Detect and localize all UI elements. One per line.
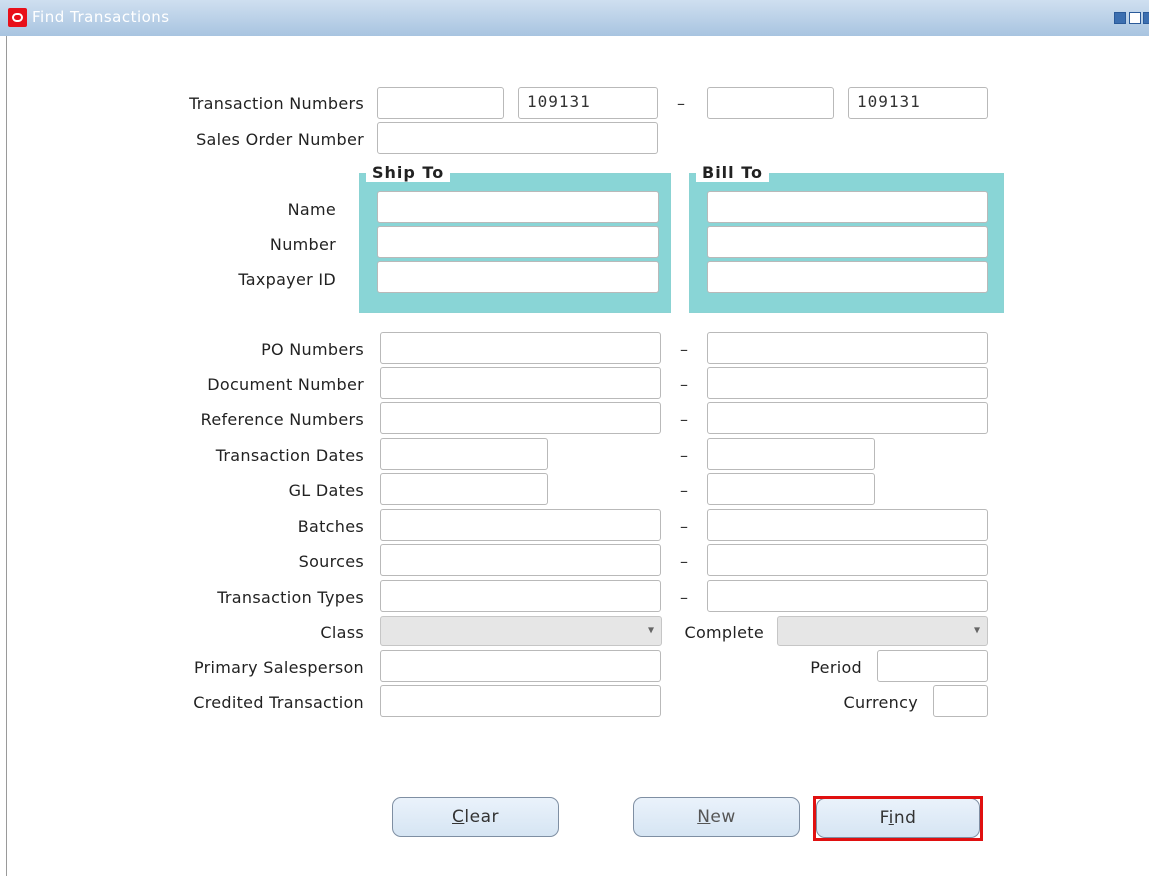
window-title-bar[interactable]: Find Transactions <box>0 0 1149 36</box>
number-label: Number <box>269 235 336 254</box>
range-separator: – <box>680 552 688 571</box>
sales-order-number-label: Sales Order Number <box>196 130 364 149</box>
ship-to-number-field[interactable] <box>377 226 659 258</box>
po-numbers-to-field[interactable] <box>707 332 988 364</box>
range-separator: – <box>680 375 688 394</box>
window-left-border <box>6 36 7 876</box>
batches-to-field[interactable] <box>707 509 988 541</box>
bill-to-taxpayer-id-field[interactable] <box>707 261 988 293</box>
reference-numbers-label: Reference Numbers <box>200 410 364 429</box>
credited-transaction-label: Credited Transaction <box>193 693 364 712</box>
sources-label: Sources <box>298 552 364 571</box>
bill-to-name-field[interactable] <box>707 191 988 223</box>
po-numbers-label: PO Numbers <box>261 340 364 359</box>
chevron-down-icon: ▼ <box>647 625 655 636</box>
range-separator: – <box>677 94 685 113</box>
transaction-number-from-prefix-field[interactable] <box>377 87 504 119</box>
primary-salesperson-field[interactable] <box>380 650 661 682</box>
transaction-number-to-field[interactable]: 109131 <box>848 87 988 119</box>
maximize-icon[interactable] <box>1129 12 1141 24</box>
bill-to-number-field[interactable] <box>707 226 988 258</box>
transaction-types-label: Transaction Types <box>217 588 364 607</box>
batches-label: Batches <box>297 517 364 536</box>
complete-label: Complete <box>684 623 764 642</box>
batches-from-field[interactable] <box>380 509 661 541</box>
range-separator: – <box>680 517 688 536</box>
complete-dropdown[interactable]: ▼ <box>777 616 988 646</box>
currency-field[interactable] <box>933 685 988 717</box>
reference-numbers-to-field[interactable] <box>707 402 988 434</box>
gl-dates-from-field[interactable] <box>380 473 548 505</box>
sources-from-field[interactable] <box>380 544 661 576</box>
chevron-down-icon: ▼ <box>973 625 981 636</box>
new-button[interactable]: New <box>633 797 800 837</box>
range-separator: – <box>680 588 688 607</box>
window-title: Find Transactions <box>32 8 170 26</box>
range-separator: – <box>680 340 688 359</box>
range-separator: – <box>680 410 688 429</box>
document-number-from-field[interactable] <box>380 367 661 399</box>
document-number-label: Document Number <box>207 375 364 394</box>
bill-to-group-title: Bill To <box>696 163 769 182</box>
transaction-types-to-field[interactable] <box>707 580 988 612</box>
taxpayer-id-label: Taxpayer ID <box>238 270 336 289</box>
ship-to-taxpayer-id-field[interactable] <box>377 261 659 293</box>
oracle-app-icon <box>8 8 27 27</box>
sources-to-field[interactable] <box>707 544 988 576</box>
name-label: Name <box>287 200 336 219</box>
document-number-to-field[interactable] <box>707 367 988 399</box>
class-label: Class <box>320 623 364 642</box>
gl-dates-to-field[interactable] <box>707 473 875 505</box>
transaction-number-to-prefix-field[interactable] <box>707 87 834 119</box>
sales-order-number-field[interactable] <box>377 122 658 154</box>
transaction-number-from-field[interactable]: 109131 <box>518 87 658 119</box>
primary-salesperson-label: Primary Salesperson <box>193 658 364 677</box>
ship-to-name-field[interactable] <box>377 191 659 223</box>
new-mnemonic: N <box>697 807 711 827</box>
period-field[interactable] <box>877 650 988 682</box>
transaction-dates-label: Transaction Dates <box>215 446 364 465</box>
class-dropdown[interactable]: ▼ <box>380 616 662 646</box>
range-separator: – <box>680 446 688 465</box>
transaction-dates-from-field[interactable] <box>380 438 548 470</box>
clear-mnemonic: C <box>452 807 465 827</box>
credited-transaction-field[interactable] <box>380 685 661 717</box>
gl-dates-label: GL Dates <box>288 481 364 500</box>
transaction-dates-to-field[interactable] <box>707 438 875 470</box>
close-icon[interactable] <box>1143 12 1149 24</box>
transaction-types-from-field[interactable] <box>380 580 661 612</box>
find-button-highlight <box>813 796 983 841</box>
period-label: Period <box>810 658 862 677</box>
transaction-numbers-label: Transaction Numbers <box>189 94 364 113</box>
po-numbers-from-field[interactable] <box>380 332 661 364</box>
currency-label: Currency <box>843 693 918 712</box>
range-separator: – <box>680 481 688 500</box>
ship-to-group-title: Ship To <box>366 163 451 182</box>
reference-numbers-from-field[interactable] <box>380 402 661 434</box>
minimize-icon[interactable] <box>1114 12 1126 24</box>
clear-button[interactable]: Clear <box>392 797 559 837</box>
